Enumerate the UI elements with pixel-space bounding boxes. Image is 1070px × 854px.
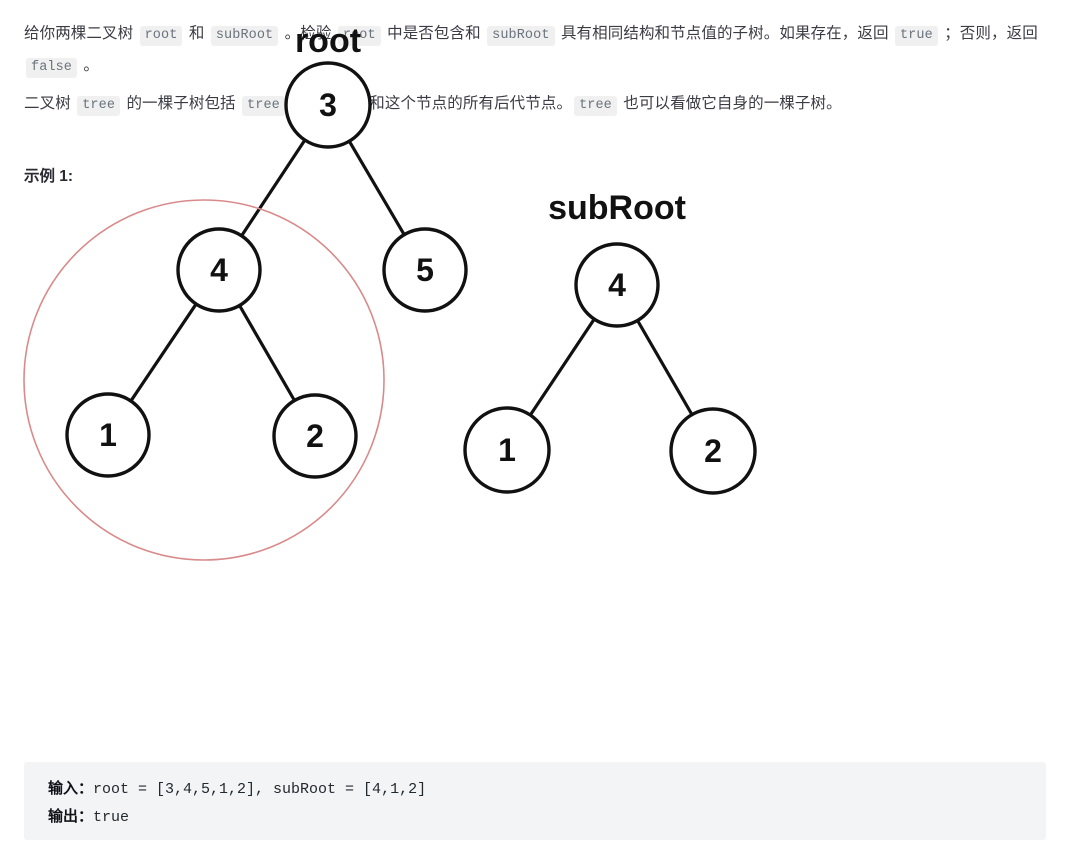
example-io-code-block: 输入：root = [3,4,5,1,2], subRoot = [4,1,2]…: [24, 762, 1046, 840]
input-value: root = [3,4,5,1,2], subRoot = [4,1,2]: [93, 781, 427, 798]
tree-node-subroot-1: 1: [463, 406, 551, 494]
tree-edge: [635, 318, 694, 417]
tree-nodes-group: 3 4 5 1 2 4 1 2: [65, 61, 757, 495]
inline-code: true: [894, 25, 938, 46]
node-value: 1: [498, 432, 516, 468]
tree-node-subroot-4: 4: [574, 242, 660, 328]
tree-diagram-svg: 3 4 5 1 2 4 1 2 root subRoot: [23, 22, 757, 561]
node-value: 2: [704, 433, 722, 469]
node-value: 5: [416, 252, 434, 288]
node-value: 3: [319, 87, 337, 123]
tree-edge: [528, 317, 597, 417]
output-label: 输出：: [48, 809, 94, 826]
tree-edge: [237, 303, 297, 403]
tree-node-root-1: 1: [65, 392, 151, 478]
node-value: 2: [306, 418, 324, 454]
tree-node-root-3: 3: [284, 61, 372, 149]
tree-edge: [128, 302, 199, 403]
output-value: true: [93, 809, 130, 826]
tree-edge: [239, 138, 307, 238]
node-value: 1: [99, 417, 117, 453]
subroot-tree-label: subRoot: [548, 189, 686, 227]
tree-node-root-5: 5: [382, 227, 468, 313]
problem-page: 给你两棵二叉树 root 和 subRoot 。检验 root 中是否包含和 s…: [0, 0, 1070, 854]
tree-node-subroot-2: 2: [669, 407, 757, 495]
root-tree-label: root: [295, 22, 361, 60]
tree-edge: [347, 139, 407, 237]
tree-node-root-4: 4: [176, 227, 262, 313]
text-run: ；否则，返回: [939, 24, 1038, 42]
node-value: 4: [608, 267, 626, 303]
node-value: 4: [210, 252, 228, 288]
tree-node-root-2: 2: [272, 393, 358, 479]
binary-tree-figure: 3 4 5 1 2 4 1 2 root subRoot: [0, 22, 820, 765]
input-label: 输入：: [48, 781, 94, 798]
